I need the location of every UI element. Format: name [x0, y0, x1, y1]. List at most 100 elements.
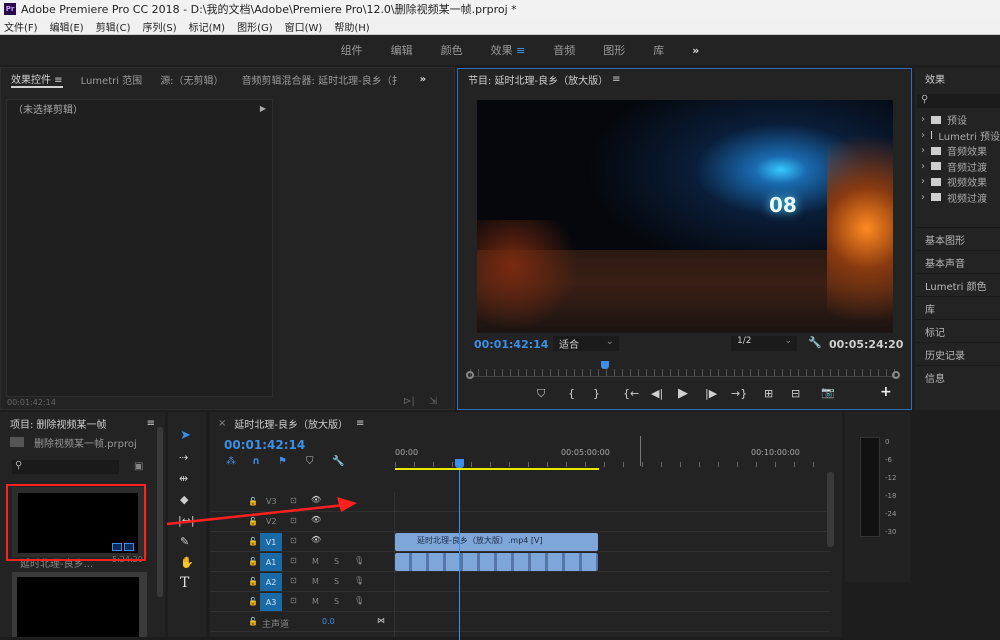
workspace-libraries[interactable]: 库: [653, 42, 664, 58]
panel-info[interactable]: 信息: [915, 365, 1000, 388]
effects-item-video-transitions[interactable]: › 视频过渡: [915, 190, 1000, 206]
master-volume[interactable]: 0.0: [322, 617, 335, 626]
new-search-bin-icon[interactable]: ▣: [134, 461, 143, 472]
workspace-graphics[interactable]: 图形: [603, 42, 625, 58]
timeline-vertical-scrollbar[interactable]: [827, 472, 834, 547]
timeline-timecode[interactable]: 00:01:42:14: [224, 438, 305, 452]
resolution-select[interactable]: 1/2 ⌄: [731, 336, 797, 351]
sync-lock-icon[interactable]: ⊡: [290, 576, 297, 585]
tab-effect-controls[interactable]: 效果控件 ≡: [11, 71, 63, 88]
type-tool-icon[interactable]: T: [180, 575, 189, 591]
menu-graphics[interactable]: 图形(G): [237, 19, 273, 34]
tabs-more-button[interactable]: »: [420, 74, 426, 85]
timeline-settings-icon[interactable]: 🔧: [332, 456, 344, 467]
lock-icon[interactable]: 🔓: [248, 617, 258, 626]
ripple-edit-tool-icon[interactable]: ⇹: [179, 472, 188, 485]
project-scrollbar[interactable]: [157, 427, 163, 597]
workspace-assembly[interactable]: 组件: [341, 42, 363, 58]
extract-icon[interactable]: ⊟: [791, 387, 800, 400]
filter-icon[interactable]: ⊳|: [403, 396, 415, 407]
project-search-input[interactable]: ⚲: [12, 460, 119, 474]
expand-arrow-icon[interactable]: ▶: [260, 104, 266, 113]
panel-history[interactable]: 历史记录: [915, 342, 1000, 365]
button-editor-plus-icon[interactable]: +: [880, 384, 892, 400]
panel-essential-sound[interactable]: 基本声音: [915, 250, 1000, 273]
sync-lock-icon[interactable]: ⊡: [290, 596, 297, 605]
selection-tool-icon[interactable]: ➤: [180, 428, 191, 443]
lock-icon[interactable]: 🔓: [248, 557, 258, 566]
tab-audio-clip-mixer[interactable]: 音频剪辑混合器: 延时北理-良乡（扌: [242, 72, 402, 87]
hand-tool-icon[interactable]: ✋: [180, 556, 194, 569]
sync-lock-icon[interactable]: ⊡: [290, 556, 297, 565]
go-to-out-icon[interactable]: →}: [731, 387, 747, 400]
track-target-a3[interactable]: A3: [260, 593, 282, 611]
sync-lock-icon[interactable]: ⊡: [290, 536, 297, 545]
lock-icon[interactable]: 🔓: [248, 577, 258, 586]
solo-button[interactable]: S: [334, 597, 339, 606]
audio-clip[interactable]: [395, 553, 598, 571]
menu-window[interactable]: 窗口(W): [285, 19, 323, 34]
solo-button[interactable]: S: [334, 557, 339, 566]
panel-markers[interactable]: 标记: [915, 319, 1000, 342]
mute-button[interactable]: M: [312, 557, 319, 566]
play-icon[interactable]: ▶: [678, 386, 688, 401]
sequence-title[interactable]: 延时北理-良乡（放大版）: [234, 416, 348, 431]
effects-item-presets[interactable]: › 预设: [915, 112, 1000, 128]
workspace-effects[interactable]: 效果 ≡: [491, 42, 526, 58]
step-back-icon[interactable]: ◀|: [651, 387, 663, 400]
go-to-in-icon[interactable]: {←: [623, 387, 639, 400]
panel-libraries[interactable]: 库: [915, 296, 1000, 319]
mute-button[interactable]: M: [312, 597, 319, 606]
effects-item-audio-effects[interactable]: › 音频效果: [915, 143, 1000, 159]
workspace-editing[interactable]: 编辑: [391, 42, 413, 58]
lift-icon[interactable]: ⊞: [764, 387, 773, 400]
workspace-more-button[interactable]: »: [692, 44, 699, 57]
effects-item-audio-transitions[interactable]: › 音频过渡: [915, 159, 1000, 175]
panel-menu-icon[interactable]: ≡: [147, 418, 155, 429]
zoom-handle-left[interactable]: [466, 371, 474, 379]
zoom-fit-select[interactable]: 适合 ⌄: [553, 336, 619, 351]
nest-icon[interactable]: ⁂: [226, 456, 236, 467]
workspace-audio[interactable]: 音频: [553, 42, 575, 58]
snap-icon[interactable]: ∩: [252, 456, 260, 467]
linked-selection-icon[interactable]: ⚑: [278, 456, 287, 467]
tab-lumetri-scopes[interactable]: Lumetri 范围: [81, 72, 143, 87]
panel-essential-graphics[interactable]: 基本图形: [915, 227, 1000, 250]
program-playhead[interactable]: [600, 361, 609, 369]
panel-menu-icon[interactable]: ≡: [356, 418, 364, 429]
work-area-bar[interactable]: [395, 468, 599, 470]
effects-search-input[interactable]: ⚲: [917, 94, 1000, 108]
solo-button[interactable]: S: [334, 577, 339, 586]
menu-sequence[interactable]: 序列(S): [142, 19, 176, 34]
lock-icon[interactable]: 🔓: [248, 537, 258, 546]
lock-icon[interactable]: 🔓: [248, 597, 258, 606]
timeline-playhead[interactable]: [455, 459, 464, 468]
menu-clip[interactable]: 剪辑(C): [96, 19, 131, 34]
menu-help[interactable]: 帮助(H): [334, 19, 369, 34]
mark-in-icon[interactable]: {: [568, 387, 575, 400]
export-frame-camera-icon[interactable]: 📷: [821, 386, 835, 399]
panel-lumetri-color[interactable]: Lumetri 颜色: [915, 273, 1000, 296]
clip-thumbnail-item-2[interactable]: [12, 572, 147, 637]
menu-markers[interactable]: 标记(M): [189, 19, 225, 34]
workspace-color[interactable]: 颜色: [441, 42, 463, 58]
effects-item-lumetri-presets[interactable]: › Lumetri 预设: [915, 128, 1000, 144]
add-marker-icon[interactable]: ⛉: [537, 387, 545, 401]
video-clip[interactable]: 延时北理-良乡（放大版）.mp4 [V]: [395, 533, 598, 551]
export-icon[interactable]: ⇲: [429, 396, 437, 407]
playhead-timecode[interactable]: 00:01:42:14: [474, 338, 548, 351]
effects-item-video-effects[interactable]: › 视频效果: [915, 174, 1000, 190]
track-select-tool-icon[interactable]: ⇢: [179, 451, 188, 464]
wrench-icon[interactable]: 🔧: [808, 336, 822, 349]
add-marker-icon[interactable]: ⛉: [306, 456, 314, 467]
menu-edit[interactable]: 编辑(E): [50, 19, 84, 34]
mark-out-icon[interactable]: }: [593, 387, 600, 400]
menu-file[interactable]: 文件(F): [4, 19, 38, 34]
zoom-handle-right[interactable]: [892, 371, 900, 379]
program-time-ruler[interactable]: [470, 369, 898, 377]
track-target-a1[interactable]: A1: [260, 553, 282, 571]
panel-menu-icon[interactable]: ≡: [612, 74, 620, 85]
master-toggle-icon[interactable]: ⋈: [377, 616, 385, 625]
microphone-icon[interactable]: 🎙: [354, 576, 364, 585]
track-target-a2[interactable]: A2: [260, 573, 282, 591]
